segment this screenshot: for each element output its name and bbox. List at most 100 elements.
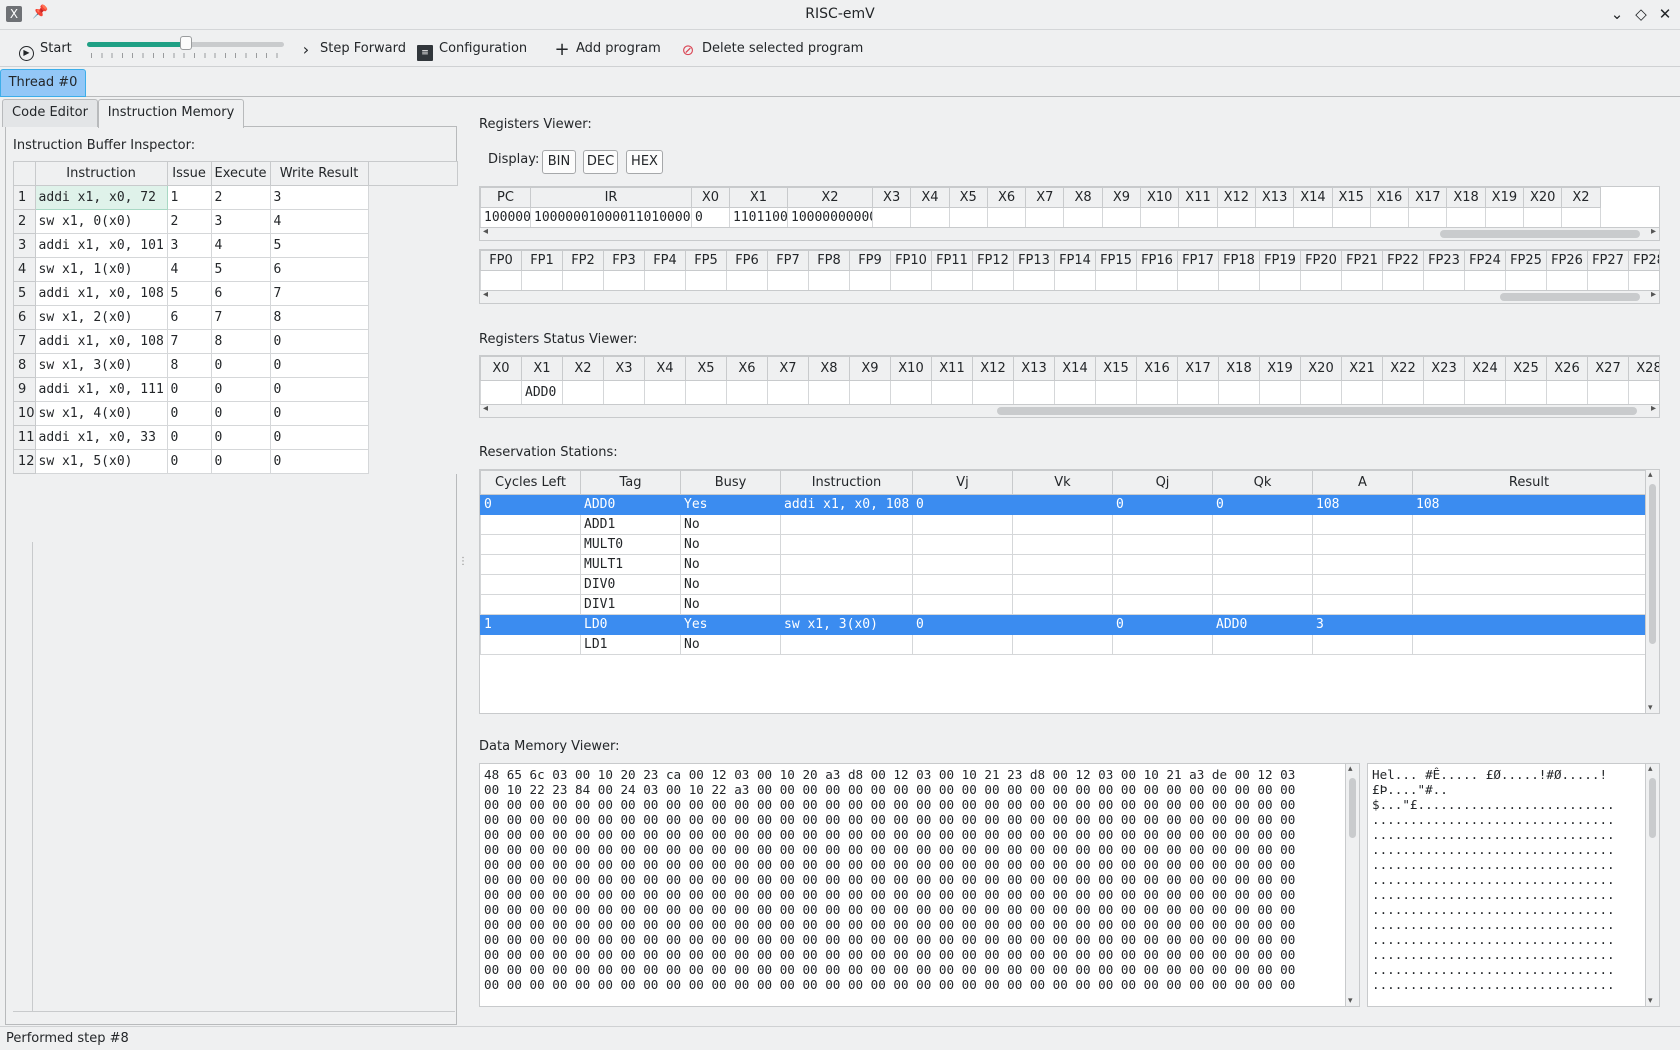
register-cell[interactable] — [890, 270, 932, 291]
scroll-right-icon[interactable]: ▸ — [1651, 226, 1656, 237]
register-cell[interactable] — [1013, 380, 1055, 404]
table-cell[interactable]: addi x1, x0, 111 — [34, 377, 168, 402]
table-cell[interactable]: 108 — [1312, 494, 1413, 515]
register-cell[interactable] — [1177, 380, 1219, 404]
table-cell[interactable] — [480, 514, 581, 535]
register-cell[interactable] — [726, 270, 768, 291]
table-cell[interactable]: 3 — [269, 185, 369, 210]
table-row[interactable]: 8 sw x1, 3(x0) 8 0 0 — [13, 353, 458, 378]
table-cell[interactable] — [780, 594, 913, 615]
table-cell[interactable]: 3 — [210, 209, 271, 234]
table-cell[interactable]: MULT1 — [580, 554, 681, 575]
register-cell[interactable] — [1369, 207, 1410, 228]
scroll-left-icon[interactable]: ◂ — [483, 226, 488, 237]
table-cell[interactable]: 0 — [1112, 494, 1213, 515]
register-cell[interactable] — [1293, 207, 1333, 228]
table-cell[interactable] — [1412, 554, 1646, 575]
display-hex-button[interactable]: HEX — [626, 150, 663, 174]
table-cell[interactable]: 0 — [269, 329, 369, 354]
table-cell[interactable]: DIV1 — [580, 594, 681, 615]
table-cell[interactable]: 8 — [269, 305, 369, 330]
table-cell[interactable]: DIV0 — [580, 574, 681, 595]
table-cell[interactable] — [780, 574, 913, 595]
register-cell[interactable] — [1300, 270, 1342, 291]
reservation-stations-vscroll[interactable]: ▴ ▾ — [1645, 470, 1659, 713]
table-cell[interactable]: 7 — [166, 329, 212, 354]
slider-handle[interactable] — [179, 36, 192, 50]
table-cell[interactable] — [1012, 574, 1113, 595]
register-cell[interactable] — [871, 207, 912, 228]
table-cell[interactable] — [480, 594, 581, 615]
table-cell[interactable] — [912, 594, 1013, 615]
register-cell[interactable] — [1136, 270, 1178, 291]
table-cell[interactable] — [1212, 534, 1313, 555]
register-cell[interactable] — [562, 380, 604, 404]
table-cell[interactable]: Yes — [680, 614, 781, 635]
table-cell[interactable]: 0 — [166, 401, 212, 426]
register-cell[interactable] — [1101, 207, 1142, 228]
table-cell[interactable]: 3 — [166, 233, 212, 258]
register-cell[interactable] — [931, 380, 973, 404]
register-cell[interactable] — [972, 380, 1014, 404]
table-cell[interactable]: 0 — [1112, 614, 1213, 635]
register-cell[interactable] — [1423, 270, 1465, 291]
scroll-right-icon[interactable]: ▸ — [1651, 403, 1656, 414]
register-cell[interactable] — [1218, 270, 1260, 291]
table-cell[interactable] — [1312, 554, 1413, 575]
table-cell[interactable] — [912, 634, 1013, 655]
table-cell[interactable] — [1112, 634, 1213, 655]
table-cell[interactable]: MULT0 — [580, 534, 681, 555]
table-cell[interactable]: sw x1, 4(x0) — [34, 401, 168, 426]
table-cell[interactable] — [480, 634, 581, 655]
register-cell[interactable] — [1628, 380, 1659, 404]
table-cell[interactable]: LD1 — [580, 634, 681, 655]
tab-thread-0[interactable]: Thread #0 — [0, 69, 86, 97]
table-cell[interactable] — [1412, 594, 1646, 615]
table-cell[interactable] — [780, 534, 913, 555]
register-cell[interactable] — [1054, 380, 1096, 404]
table-cell[interactable] — [480, 574, 581, 595]
register-cell[interactable]: 1101100 — [729, 207, 788, 228]
table-cell[interactable]: 6 — [166, 305, 212, 330]
int-registers-hscroll[interactable]: ◂ ▸ — [479, 226, 1660, 241]
register-cell[interactable]: 100000 — [480, 207, 531, 228]
table-cell[interactable]: ADD1 — [580, 514, 681, 535]
register-cell[interactable] — [1484, 207, 1525, 228]
table-cell[interactable] — [1012, 614, 1113, 635]
register-cell[interactable] — [1341, 270, 1383, 291]
table-cell[interactable]: 0 — [210, 449, 271, 474]
table-row[interactable]: 7 addi x1, x0, 108 7 8 0 — [13, 329, 458, 354]
table-cell[interactable]: 5 — [210, 257, 271, 282]
instruction-buffer-hscroll[interactable] — [13, 1011, 455, 1019]
register-cell[interactable] — [1259, 380, 1301, 404]
register-cell[interactable] — [1177, 270, 1219, 291]
table-cell[interactable]: 0 — [210, 425, 271, 450]
table-cell[interactable] — [912, 574, 1013, 595]
table-cell[interactable]: 0 — [210, 377, 271, 402]
table-cell[interactable] — [1412, 614, 1646, 635]
table-cell[interactable]: ADD0 — [580, 494, 681, 515]
register-cell[interactable] — [948, 207, 988, 228]
register-cell[interactable] — [808, 380, 850, 404]
scroll-left-icon[interactable]: ◂ — [483, 403, 488, 414]
register-cell[interactable] — [1013, 270, 1055, 291]
table-cell[interactable]: sw x1, 3(x0) — [780, 614, 913, 635]
table-cell[interactable] — [1312, 574, 1413, 595]
scroll-down-icon[interactable]: ▾ — [1348, 996, 1353, 1006]
table-cell[interactable]: 0 — [210, 401, 271, 426]
table-cell[interactable]: 0 — [166, 377, 212, 402]
table-cell[interactable]: 0 — [166, 449, 212, 474]
registers-status-hscroll[interactable]: ◂ ▸ — [479, 403, 1660, 418]
table-cell[interactable] — [480, 534, 581, 555]
table-cell[interactable]: No — [680, 594, 781, 615]
table-cell[interactable]: 5 — [269, 233, 369, 258]
table-cell[interactable] — [480, 554, 581, 575]
table-cell[interactable]: sw x1, 1(x0) — [34, 257, 168, 282]
table-cell[interactable]: 4 — [166, 257, 212, 282]
fp-registers-hscroll[interactable]: ◂ ▸ — [479, 289, 1660, 304]
table-row[interactable]: 3 addi x1, x0, 101 3 4 5 — [13, 233, 458, 258]
table-cell[interactable]: sw x1, 5(x0) — [34, 449, 168, 474]
table-cell[interactable] — [1212, 554, 1313, 575]
table-cell[interactable]: 7 — [210, 305, 271, 330]
table-cell[interactable] — [1012, 594, 1113, 615]
